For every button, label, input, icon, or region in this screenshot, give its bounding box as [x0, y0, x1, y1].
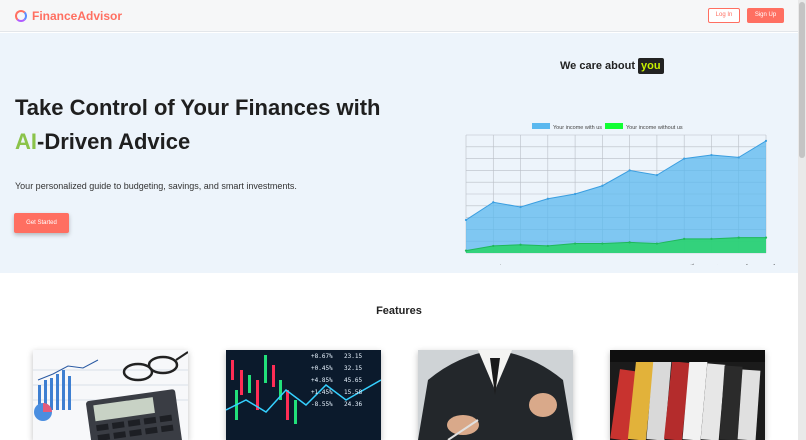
features-title: Features [376, 305, 422, 317]
x-label-january: January [453, 264, 474, 265]
x-label-november: November [723, 263, 749, 265]
logo[interactable]: FinanceAdvisor [15, 9, 122, 23]
svg-text:+1.45%: +1.45% [311, 389, 333, 396]
feature-card-business[interactable] [418, 350, 573, 440]
calculator-chart-photo [33, 350, 188, 440]
svg-text:24.36: 24.36 [344, 401, 362, 408]
signup-button[interactable]: Sign Up [747, 8, 784, 23]
scrollbar-thumb[interactable] [799, 2, 805, 158]
x-label-august: August [645, 264, 664, 265]
data-point-s2-11 [764, 236, 768, 239]
legend-label-1: Your income with us [553, 125, 602, 131]
income-chart: Your income with us Your income without u… [453, 123, 777, 265]
page-scrollbar[interactable] [798, 0, 806, 440]
x-label-february: February [480, 263, 503, 265]
data-point-s1-7 [655, 174, 659, 177]
x-label-december: December [751, 263, 777, 265]
hero-subtitle: Your personalized guide to budgeting, sa… [15, 181, 297, 191]
svg-text:+8.67%: +8.67% [311, 353, 333, 360]
legend-swatch-2 [605, 123, 623, 129]
data-point-s1-6 [628, 169, 631, 172]
data-point-s2-10 [737, 236, 740, 239]
data-point-s2-7 [655, 242, 659, 245]
x-label-october: October [699, 264, 720, 265]
svg-text:45.65: 45.65 [344, 377, 362, 384]
data-point-s2-0 [464, 249, 468, 252]
data-point-s2-8 [683, 237, 686, 240]
chart-areas [464, 139, 768, 253]
legend-swatch-1 [532, 123, 550, 129]
wallet-cards-photo [610, 350, 765, 440]
data-point-s1-0 [464, 218, 468, 222]
feature-card-wallet[interactable] [610, 350, 765, 440]
chart-x-labels: JanuaryFebruaryMarchAprilMayJuneJulyAugu… [453, 263, 776, 265]
x-label-september: September [668, 263, 695, 265]
site-header: FinanceAdvisor Log In Sign Up [0, 0, 798, 32]
hero-title-before: Take Control of Your Finances with [15, 95, 381, 120]
hero-title-accent: AI [15, 129, 37, 154]
data-point-s1-10 [737, 156, 740, 159]
data-point-s2-9 [710, 237, 713, 240]
get-started-button[interactable]: Get Started [14, 213, 69, 233]
feature-card-calculator[interactable] [33, 350, 188, 440]
svg-text:23.15: 23.15 [344, 353, 362, 360]
data-point-s1-8 [683, 157, 686, 160]
data-point-s1-2 [519, 205, 522, 209]
data-point-s2-4 [573, 242, 577, 245]
svg-text:+4.85%: +4.85% [311, 377, 333, 384]
hero-title: Take Control of Your Finances with AI-Dr… [15, 91, 405, 159]
businessman-signing-photo [418, 350, 573, 440]
chart-heading: We care about you [560, 58, 664, 74]
data-point-s1-4 [573, 192, 577, 196]
chart-legend: Your income with us Your income without u… [532, 123, 683, 131]
data-point-s2-5 [601, 242, 604, 245]
you-badge: you [638, 58, 664, 74]
data-point-s1-9 [710, 153, 713, 157]
legend-label-2: Your income without us [626, 125, 683, 131]
data-point-s2-1 [492, 244, 495, 248]
data-point-s1-3 [546, 197, 549, 200]
hero-title-after: -Driven Advice [37, 129, 191, 154]
svg-text:+0.45%: +0.45% [311, 365, 333, 372]
data-point-s1-5 [601, 184, 604, 187]
hero-section: Take Control of Your Finances with AI-Dr… [0, 33, 798, 273]
series-area-1 [466, 140, 766, 253]
data-point-s2-6 [628, 241, 631, 244]
feature-card-stocks[interactable]: +8.67% 23.15 +0.45% 32.15 +4.85% 45.65 +1.4… [226, 350, 381, 440]
stock-ticker-photo: +8.67% 23.15 +0.45% 32.15 +4.85% 45.65 +1.4… [226, 350, 381, 440]
svg-text:15.58: 15.58 [344, 389, 362, 396]
login-button[interactable]: Log In [708, 8, 740, 23]
data-point-s2-3 [546, 244, 549, 248]
data-point-s1-11 [764, 139, 768, 142]
svg-text:32.15: 32.15 [344, 365, 362, 372]
logo-ring-icon [15, 10, 27, 22]
data-point-s1-1 [492, 201, 495, 204]
chart-heading-text: We care about [560, 60, 635, 72]
logo-text: FinanceAdvisor [32, 9, 123, 23]
page: FinanceAdvisor Log In Sign Up Take Contr… [0, 0, 806, 440]
data-point-s2-2 [519, 243, 522, 246]
svg-text:-8.55%: -8.55% [311, 401, 333, 408]
